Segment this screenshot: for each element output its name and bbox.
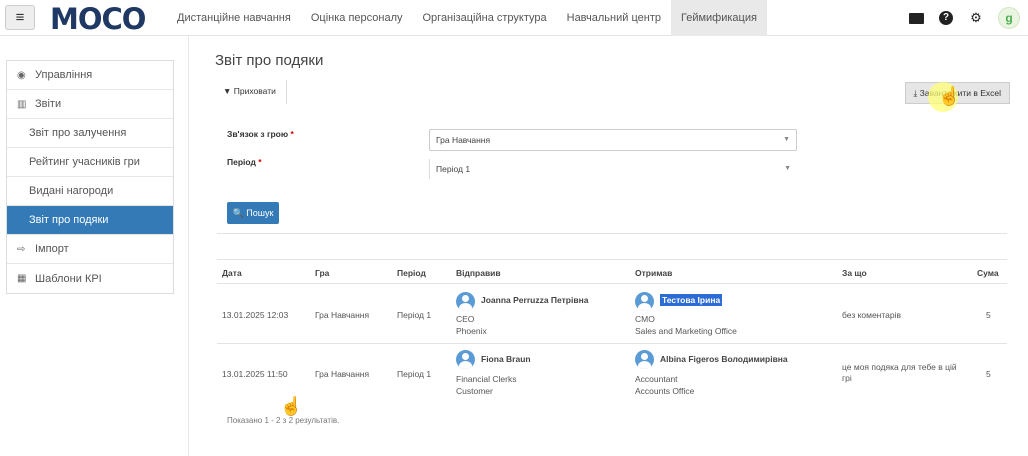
sidebar-item-players-rating[interactable]: Рейтинг учасників гри bbox=[7, 148, 173, 177]
hamburger-icon: ≡ bbox=[15, 9, 25, 26]
divider bbox=[217, 343, 1007, 344]
nav-item-distance-learning[interactable]: Дистанційне навчання bbox=[167, 0, 301, 36]
toolbar: ▼ Приховати ⤓ Завантажити в Excel bbox=[215, 80, 1010, 108]
divider bbox=[217, 283, 1007, 284]
hide-filter-label: Приховати bbox=[233, 86, 276, 96]
receiver-position: Accountant bbox=[635, 374, 678, 384]
receiver-department: Accounts Office bbox=[635, 386, 695, 396]
search-icon: 🔍 bbox=[232, 208, 244, 218]
sidebar: ◉ Управління ▥ Звіти Звіт про залучення … bbox=[6, 60, 174, 294]
question-icon[interactable]: ? bbox=[938, 10, 954, 26]
nav-item-staff-evaluation[interactable]: Оцінка персоналу bbox=[301, 0, 413, 36]
sender-name[interactable]: Fiona Braun bbox=[481, 354, 531, 365]
table-icon: ▦ bbox=[17, 273, 27, 284]
row-period: Період 1 bbox=[397, 369, 432, 379]
sender-position: CEO bbox=[456, 314, 475, 324]
sidebar-item-management[interactable]: ◉ Управління bbox=[7, 61, 173, 90]
column-header-period[interactable]: Період bbox=[397, 268, 426, 278]
bar-chart-icon: ▥ bbox=[17, 98, 27, 110]
row-game: Гра Навчання bbox=[315, 310, 370, 320]
sidebar-item-label: Управління bbox=[35, 69, 93, 81]
column-header-receiver[interactable]: Отримав bbox=[635, 268, 672, 278]
user-avatar-icon bbox=[456, 292, 475, 311]
top-bar: ≡ MOCO Дистанційне навчання Оцінка персо… bbox=[0, 0, 1028, 36]
column-header-game[interactable]: Гра bbox=[315, 268, 329, 278]
sender-name[interactable]: Joanna Perruzza Петрівна bbox=[481, 295, 588, 306]
sidebar-item-reports[interactable]: ▥ Звіти bbox=[7, 90, 173, 119]
column-header-amount[interactable]: Сума bbox=[977, 268, 999, 278]
main-content: Звіт про подяки ▼ Приховати ⤓ Завантажит… bbox=[200, 36, 1020, 456]
column-header-date[interactable]: Дата bbox=[222, 268, 242, 278]
gamepad-icon: ◉ bbox=[17, 69, 26, 81]
period-label: Період * bbox=[227, 157, 262, 167]
user-avatar-icon bbox=[635, 350, 654, 369]
column-header-reason[interactable]: За що bbox=[842, 268, 867, 278]
period-select[interactable]: Період 1 ▼ bbox=[429, 159, 797, 179]
nav-item-training-center[interactable]: Навчальний центр bbox=[557, 0, 671, 36]
game-label: Зв'язок з грою * bbox=[227, 129, 294, 139]
divider bbox=[188, 36, 189, 456]
divider bbox=[217, 233, 1007, 234]
row-reason: без коментарів bbox=[842, 310, 902, 320]
user-avatar-icon bbox=[456, 350, 475, 369]
period-select-value: Період 1 bbox=[436, 164, 471, 174]
import-icon: ⇨ bbox=[17, 243, 26, 255]
envelope-icon[interactable] bbox=[908, 10, 924, 26]
filter-icon: ▼ bbox=[223, 86, 232, 96]
game-select-value: Гра Навчання bbox=[436, 135, 491, 145]
gear-icon[interactable]: ⚙ bbox=[968, 10, 984, 26]
row-reason: це моя подяка для тебе в цій грі bbox=[842, 362, 957, 383]
row-game: Гра Навчання bbox=[315, 369, 370, 379]
search-button[interactable]: 🔍 Пошук bbox=[227, 202, 279, 224]
game-select[interactable]: Гра Навчання ▼ bbox=[429, 129, 797, 151]
nav-item-org-structure[interactable]: Організаційна структура bbox=[413, 0, 557, 36]
column-header-sender[interactable]: Відправив bbox=[456, 268, 501, 278]
top-icons: ? ⚙ g bbox=[908, 0, 1020, 36]
search-button-label: Пошук bbox=[246, 208, 274, 218]
row-amount: 5 bbox=[986, 310, 991, 320]
sidebar-item-label: Шаблони КРІ bbox=[35, 272, 102, 285]
sender-position: Financial Clerks bbox=[456, 374, 517, 384]
avatar[interactable]: g bbox=[998, 7, 1020, 29]
row-date: 13.01.2025 12:03 bbox=[222, 310, 289, 320]
receiver-name[interactable]: Albina Figeros Володимирівна bbox=[660, 354, 788, 365]
results-summary: Показано 1 - 2 з 2 результатів. bbox=[227, 416, 340, 425]
sidebar-item-thanks-report[interactable]: Звіт про подяки bbox=[7, 206, 173, 235]
sidebar-item-engagement-report[interactable]: Звіт про залучення bbox=[7, 119, 173, 148]
receiver-position: CMO bbox=[635, 314, 655, 324]
sidebar-item-label: Звіти bbox=[35, 98, 62, 110]
sidebar-item-import[interactable]: ⇨ Імпорт bbox=[7, 235, 173, 264]
chevron-down-icon: ▼ bbox=[784, 165, 791, 172]
row-period: Період 1 bbox=[397, 310, 432, 320]
page-title: Звіт про подяки bbox=[215, 52, 324, 69]
divider bbox=[217, 259, 1007, 260]
sender-department: Phoenix bbox=[456, 326, 487, 336]
chevron-down-icon: ▼ bbox=[783, 136, 790, 143]
row-date: 13.01.2025 11:50 bbox=[222, 369, 288, 379]
sidebar-item-kpi-templates[interactable]: ▦ Шаблони КРІ bbox=[7, 264, 173, 293]
nav-item-gamification[interactable]: Геймификация bbox=[670, 0, 767, 36]
hand-cursor-icon: ☝ bbox=[280, 396, 303, 416]
download-icon: ⤓ bbox=[913, 88, 918, 98]
row-amount: 5 bbox=[986, 369, 991, 379]
main-nav: Дистанційне навчання Оцінка персоналу Ор… bbox=[167, 0, 767, 36]
receiver-name[interactable]: Тестова Ірина bbox=[660, 294, 723, 306]
hide-filter-button[interactable]: ▼ Приховати bbox=[215, 80, 287, 104]
sidebar-item-label: Імпорт bbox=[35, 243, 69, 255]
logo[interactable]: MOCO bbox=[50, 2, 146, 36]
user-avatar-icon bbox=[635, 292, 654, 311]
receiver-department: Sales and Marketing Office bbox=[635, 326, 737, 336]
hand-cursor-icon: ☝ bbox=[938, 86, 961, 106]
menu-toggle-button[interactable]: ≡ bbox=[5, 5, 35, 30]
sidebar-item-issued-rewards[interactable]: Видані нагороди bbox=[7, 177, 173, 206]
sender-department: Customer bbox=[456, 386, 493, 396]
